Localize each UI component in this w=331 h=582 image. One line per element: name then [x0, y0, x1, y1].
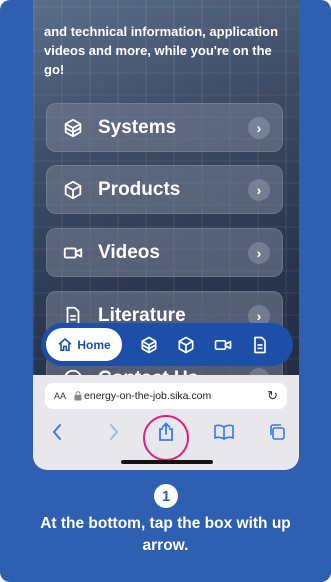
nav-home-label: Home [77, 337, 111, 352]
nav-systems-icon[interactable] [139, 335, 159, 355]
share-icon [159, 422, 173, 441]
home-icon [58, 337, 72, 351]
menu-item-systems[interactable]: Systems › [46, 103, 283, 152]
chevron-left-icon [52, 424, 61, 440]
instruction-card: and technical information, application v… [0, 0, 331, 582]
chevron-right-icon: › [248, 116, 270, 139]
nav-products-icon[interactable] [176, 335, 196, 355]
share-button[interactable] [155, 421, 177, 443]
phone-screenshot: and technical information, application v… [33, 0, 299, 470]
products-icon [64, 180, 82, 199]
intro-text: and technical information, application v… [44, 24, 279, 77]
menu-item-label: Systems [98, 116, 177, 138]
nav-videos-icon[interactable] [213, 335, 233, 355]
home-indicator [121, 460, 213, 464]
url-text: energy-on-the-job.sika.com [84, 390, 212, 402]
videos-icon [63, 247, 83, 258]
reader-aa-button[interactable]: AA [54, 391, 66, 401]
systems-icon [64, 118, 82, 137]
chevron-right-icon: › [248, 241, 270, 264]
bookmarks-button[interactable] [213, 421, 235, 443]
safari-toolbar: AA energy-on-the-job.sika.com ↻ [33, 375, 299, 470]
chevron-right-icon: › [248, 178, 270, 201]
safari-nav-row [33, 413, 299, 461]
step-instruction: At the bottom, tap the box with up arrow… [40, 515, 291, 554]
address-bar[interactable]: AA energy-on-the-job.sika.com ↻ [45, 383, 287, 409]
menu-item-label: Products [98, 178, 181, 200]
nav-home-button[interactable]: Home [46, 328, 122, 361]
tabs-icon [270, 424, 285, 440]
chevron-right-icon [110, 424, 119, 440]
forward-button[interactable] [103, 421, 125, 443]
menu-item-label: Videos [98, 241, 160, 263]
nav-literature-icon[interactable] [250, 335, 270, 355]
tabs-button[interactable] [266, 421, 288, 443]
menu-item-videos[interactable]: Videos › [46, 228, 283, 277]
menu-item-products[interactable]: Products › [46, 165, 283, 214]
back-button[interactable] [46, 421, 68, 443]
reload-icon[interactable]: ↻ [267, 388, 278, 404]
step-number-badge: 1 [154, 484, 178, 508]
bottom-nav-bar: Home [41, 323, 293, 366]
book-icon [214, 424, 234, 440]
lock-icon [74, 391, 82, 401]
